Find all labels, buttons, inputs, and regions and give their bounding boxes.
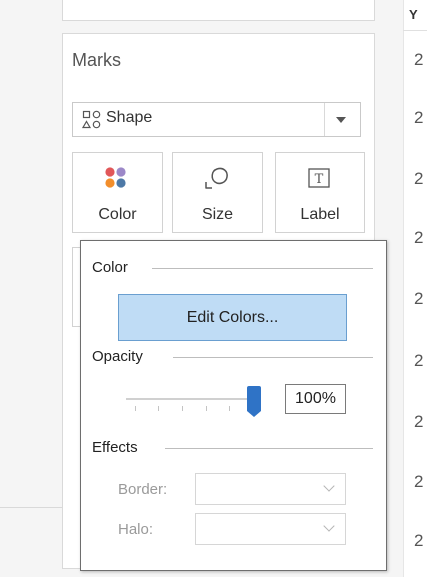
effects-section-title: Effects [92, 439, 138, 456]
table-cell: 2 [414, 472, 424, 491]
opacity-slider-thumb[interactable] [247, 386, 261, 417]
slider-tick [182, 406, 183, 411]
mark-type-label: Shape [106, 109, 153, 126]
pane-divider[interactable] [403, 0, 404, 577]
halo-label: Halo: [118, 521, 154, 538]
table-cell: 2 [414, 289, 424, 308]
halo-dropdown[interactable] [195, 513, 346, 545]
table-cell: 2 [414, 108, 424, 127]
color-section-title: Color [92, 259, 128, 276]
chevron-down-icon[interactable] [336, 117, 346, 123]
shape-icon [82, 110, 101, 129]
slider-tick [206, 406, 207, 411]
edit-colors-button[interactable]: Edit Colors... [118, 294, 347, 341]
color-button-label: Color [98, 206, 137, 223]
table-cell: 2 [414, 228, 424, 247]
slider-tick [158, 406, 159, 411]
svg-text:T: T [315, 172, 324, 187]
table-cell: 2 [414, 50, 424, 69]
slider-tick [135, 406, 136, 411]
section-divider [152, 268, 373, 269]
column-header[interactable]: Y [409, 7, 418, 22]
section-divider [165, 448, 373, 449]
divider-line [0, 507, 62, 508]
table-cell: 2 [414, 531, 424, 550]
column-header-divider [403, 30, 427, 31]
dropdown-divider [324, 103, 325, 136]
slider-tick [229, 406, 230, 411]
size-shape-icon [205, 167, 228, 189]
marks-card-title: Marks [72, 50, 121, 70]
opacity-section-title: Opacity [92, 348, 143, 365]
section-divider [173, 357, 373, 358]
opacity-percent-input[interactable]: 100% [285, 384, 346, 414]
color-dots-icon [105, 167, 126, 188]
border-dropdown[interactable] [195, 473, 346, 505]
opacity-slider-track[interactable] [126, 398, 254, 400]
label-button-label: Label [300, 206, 340, 223]
previous-card [62, 0, 375, 21]
table-cell: 2 [414, 351, 424, 370]
border-label: Border: [118, 481, 168, 498]
table-cell: 2 [414, 412, 424, 431]
size-button-label: Size [201, 206, 234, 223]
table-cell: 2 [414, 169, 424, 188]
label-text-icon: T [308, 168, 330, 188]
